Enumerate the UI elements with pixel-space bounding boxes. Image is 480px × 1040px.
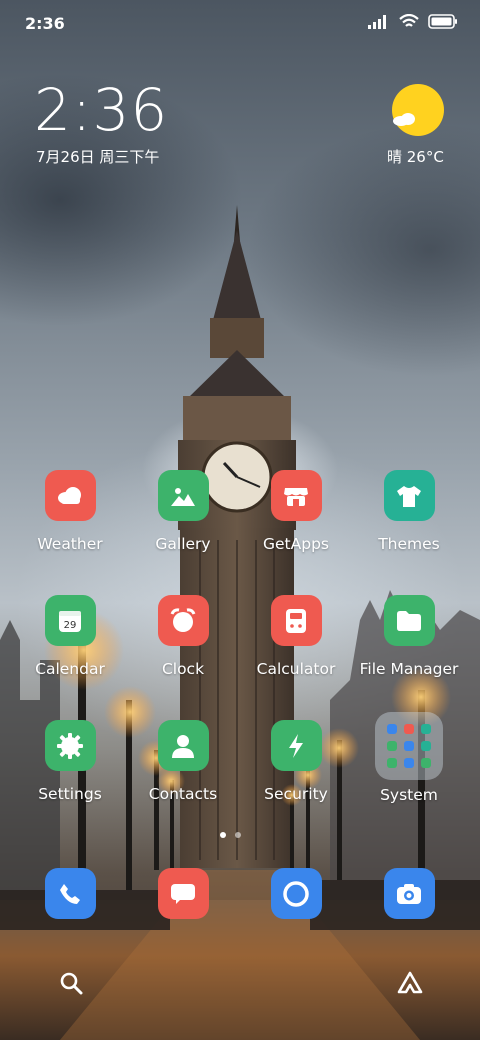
page-dot <box>235 832 241 838</box>
dock-camera[interactable] <box>353 868 465 919</box>
clock-widget-time[interactable]: 2:36 <box>34 78 168 142</box>
app-label: Calendar <box>35 660 105 678</box>
folder-grid-icon[interactable] <box>375 712 443 780</box>
app-label: GetApps <box>263 535 329 553</box>
weather-condition-temp: 晴 26°C <box>387 148 444 166</box>
wifi-icon <box>399 14 419 27</box>
phone-icon[interactable] <box>44 868 96 919</box>
app-gallery[interactable]: Gallery <box>127 470 239 553</box>
gear-icon[interactable] <box>44 720 96 771</box>
status-bar-time: 2:36 <box>25 14 65 33</box>
folder-system[interactable]: System <box>353 712 465 804</box>
folder-icon[interactable] <box>383 595 435 646</box>
camera-icon[interactable] <box>383 868 435 919</box>
clock-widget-date: 7月26日 周三下午 <box>36 148 160 166</box>
dock-phone[interactable] <box>14 868 126 919</box>
calendar-icon[interactable]: 29 <box>44 595 96 646</box>
dock-messaging[interactable] <box>127 868 239 919</box>
calendar-day-badge: 29 <box>64 620 77 631</box>
app-getapps[interactable]: GetApps <box>240 470 352 553</box>
app-label: Themes <box>378 535 440 553</box>
app-vault-icon[interactable] <box>397 971 423 995</box>
app-label: Weather <box>37 535 103 553</box>
app-label: Clock <box>161 660 205 678</box>
browser-circle-icon[interactable] <box>270 868 322 919</box>
app-file-manager[interactable]: File Manager <box>353 595 465 678</box>
shirt-icon[interactable] <box>383 470 435 521</box>
lightning-icon[interactable] <box>270 720 322 771</box>
calculator-icon[interactable] <box>270 595 322 646</box>
app-label: File Manager <box>359 660 459 678</box>
app-label: Calculator <box>256 660 336 678</box>
search-icon[interactable] <box>59 971 83 995</box>
page-dot-active <box>220 832 226 838</box>
app-calculator[interactable]: Calculator <box>240 595 352 678</box>
image-icon[interactable] <box>157 470 209 521</box>
app-calendar[interactable]: 29 Calendar <box>14 595 126 678</box>
weather-cloud-icon <box>393 113 415 126</box>
dock-browser[interactable] <box>240 868 352 919</box>
app-label: System <box>380 786 438 804</box>
app-settings[interactable]: Settings <box>14 720 126 803</box>
app-weather[interactable]: Weather <box>14 470 126 553</box>
message-icon[interactable] <box>157 868 209 919</box>
alarm-clock-icon[interactable] <box>157 595 209 646</box>
status-bar-icons <box>368 14 458 29</box>
person-icon[interactable] <box>157 720 209 771</box>
app-label: Settings <box>38 785 102 803</box>
app-themes[interactable]: Themes <box>353 470 465 553</box>
signal-icon <box>368 14 386 29</box>
app-security[interactable]: Security <box>240 720 352 803</box>
store-icon[interactable] <box>270 470 322 521</box>
app-label: Security <box>264 785 328 803</box>
sun-cloud-icon[interactable] <box>392 84 444 136</box>
app-contacts[interactable]: Contacts <box>127 720 239 803</box>
page-indicator <box>220 832 241 838</box>
app-label: Contacts <box>148 785 218 803</box>
app-clock[interactable]: Clock <box>127 595 239 678</box>
cloud-icon[interactable] <box>44 470 96 521</box>
battery-icon <box>428 14 457 29</box>
app-label: Gallery <box>155 535 211 553</box>
